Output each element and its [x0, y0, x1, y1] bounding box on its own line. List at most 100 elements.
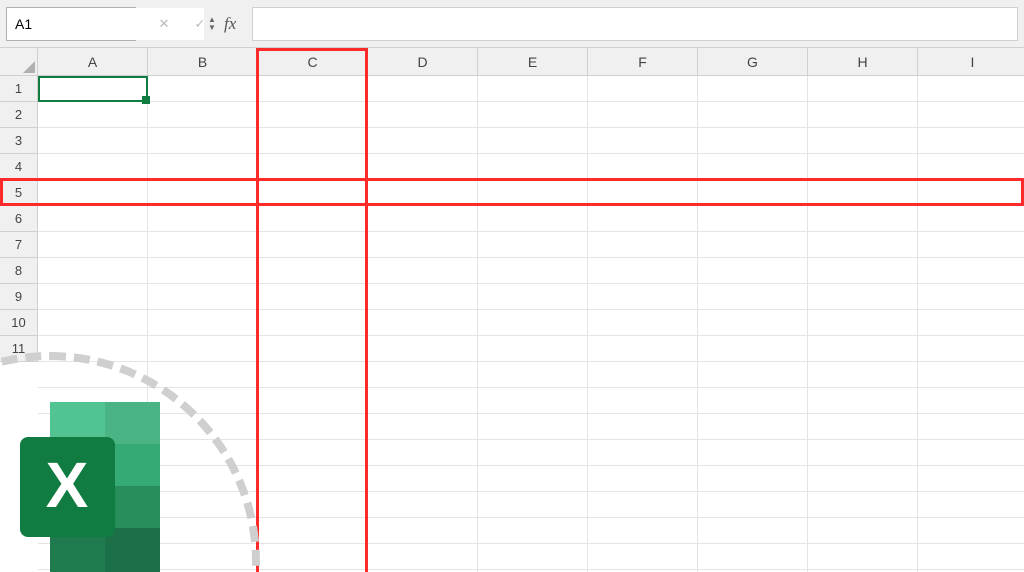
cell[interactable] — [368, 310, 478, 336]
cell[interactable] — [258, 414, 368, 440]
cell[interactable] — [808, 440, 918, 466]
cell[interactable] — [808, 180, 918, 206]
cell[interactable] — [698, 362, 808, 388]
confirm-formula-button[interactable]: ✓ — [188, 12, 212, 36]
cell[interactable] — [148, 76, 258, 102]
cell[interactable] — [808, 154, 918, 180]
cell[interactable] — [918, 440, 1024, 466]
cell[interactable] — [148, 180, 258, 206]
cell[interactable] — [478, 128, 588, 154]
cell[interactable] — [368, 518, 478, 544]
cell[interactable] — [38, 154, 148, 180]
cell[interactable] — [38, 544, 148, 570]
cell[interactable] — [588, 258, 698, 284]
column-header-A[interactable]: A — [38, 48, 148, 75]
cell[interactable] — [808, 102, 918, 128]
cell[interactable] — [588, 310, 698, 336]
select-all-corner[interactable] — [0, 48, 38, 76]
cancel-formula-button[interactable]: ✕ — [152, 12, 176, 36]
cell[interactable] — [808, 518, 918, 544]
cell[interactable] — [478, 310, 588, 336]
column-header-I[interactable]: I — [918, 48, 1024, 75]
cell[interactable] — [258, 466, 368, 492]
cell[interactable] — [808, 232, 918, 258]
cell[interactable] — [808, 76, 918, 102]
cell[interactable] — [588, 518, 698, 544]
cell[interactable] — [38, 76, 148, 102]
cell[interactable] — [918, 336, 1024, 362]
cell[interactable] — [698, 102, 808, 128]
cell[interactable] — [808, 492, 918, 518]
cell[interactable] — [478, 466, 588, 492]
cell[interactable] — [698, 466, 808, 492]
cell[interactable] — [808, 466, 918, 492]
cells-area[interactable] — [38, 76, 1024, 572]
cell[interactable] — [918, 102, 1024, 128]
row-header-6[interactable]: 6 — [0, 206, 37, 232]
row-header-9[interactable]: 9 — [0, 284, 37, 310]
cell[interactable] — [38, 336, 148, 362]
formula-input[interactable] — [252, 7, 1018, 41]
cell[interactable] — [38, 310, 148, 336]
cell[interactable] — [918, 310, 1024, 336]
cell[interactable] — [38, 180, 148, 206]
cell[interactable] — [368, 76, 478, 102]
cell[interactable] — [368, 414, 478, 440]
cell[interactable] — [478, 76, 588, 102]
cell[interactable] — [368, 206, 478, 232]
cell[interactable] — [588, 492, 698, 518]
column-header-G[interactable]: G — [698, 48, 808, 75]
cell[interactable] — [588, 102, 698, 128]
cell[interactable] — [698, 128, 808, 154]
cell[interactable] — [698, 544, 808, 570]
cell[interactable] — [38, 128, 148, 154]
cell[interactable] — [478, 154, 588, 180]
cell[interactable] — [258, 362, 368, 388]
cell[interactable] — [38, 466, 148, 492]
cell[interactable] — [258, 102, 368, 128]
cell[interactable] — [148, 466, 258, 492]
cell[interactable] — [478, 206, 588, 232]
insert-function-button[interactable]: fx — [224, 14, 236, 34]
cell[interactable] — [808, 128, 918, 154]
row-header-2[interactable]: 2 — [0, 102, 37, 128]
cell[interactable] — [588, 414, 698, 440]
cell[interactable] — [698, 258, 808, 284]
cell[interactable] — [918, 544, 1024, 570]
cell[interactable] — [808, 284, 918, 310]
cell[interactable] — [588, 206, 698, 232]
cell[interactable] — [918, 232, 1024, 258]
cell[interactable] — [368, 284, 478, 310]
cell[interactable] — [368, 440, 478, 466]
cell[interactable] — [588, 466, 698, 492]
row-header-11[interactable]: 11 — [0, 336, 37, 362]
cell[interactable] — [38, 258, 148, 284]
cell[interactable] — [148, 232, 258, 258]
cell[interactable] — [698, 76, 808, 102]
cell[interactable] — [588, 128, 698, 154]
cell[interactable] — [38, 102, 148, 128]
cell[interactable] — [38, 232, 148, 258]
cell[interactable] — [368, 362, 478, 388]
column-header-F[interactable]: F — [588, 48, 698, 75]
cell[interactable] — [698, 336, 808, 362]
cell[interactable] — [918, 206, 1024, 232]
cell[interactable] — [258, 258, 368, 284]
cell[interactable] — [808, 414, 918, 440]
cell[interactable] — [588, 336, 698, 362]
cell[interactable] — [148, 518, 258, 544]
cell[interactable] — [148, 310, 258, 336]
cell[interactable] — [698, 414, 808, 440]
cell[interactable] — [918, 154, 1024, 180]
cell[interactable] — [148, 440, 258, 466]
cell[interactable] — [148, 492, 258, 518]
cell[interactable] — [258, 180, 368, 206]
cell[interactable] — [258, 388, 368, 414]
cell[interactable] — [368, 258, 478, 284]
cell[interactable] — [148, 284, 258, 310]
cell[interactable] — [808, 336, 918, 362]
cell[interactable] — [808, 362, 918, 388]
cell[interactable] — [368, 180, 478, 206]
cell[interactable] — [368, 154, 478, 180]
cell[interactable] — [698, 440, 808, 466]
